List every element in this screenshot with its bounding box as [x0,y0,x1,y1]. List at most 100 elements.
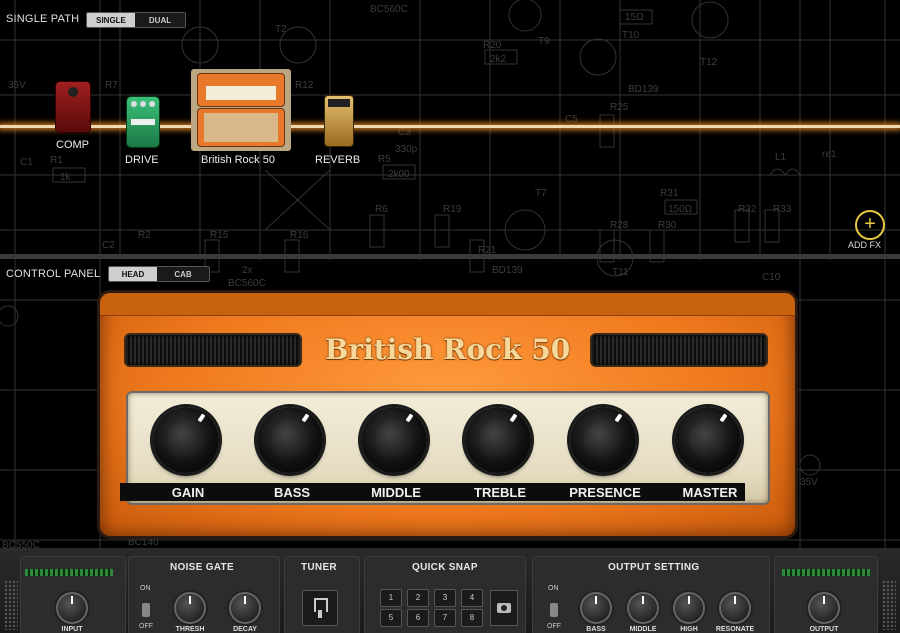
noise-gate-title: NOISE GATE [170,562,234,573]
output-setting-on-label: ON [548,585,559,592]
schematic-label: L1 [775,152,787,163]
schematic-label: 15Ω [625,12,644,23]
master-knob[interactable] [673,405,743,475]
gain-label: GAIN [171,485,205,500]
quick-snap-slot-5[interactable]: 5 [380,609,402,627]
quick-snap-slot-1[interactable]: 1 [380,589,402,607]
schematic-label: 35V [800,477,818,488]
decay-label: DECAY [233,626,257,633]
input-label: INPUT [61,626,83,633]
output-resonate-knob[interactable] [721,594,749,622]
tab-head[interactable]: HEAD [109,267,157,281]
schematic-label: R20 [483,40,502,51]
control-panel-title: CONTROL PANEL [6,268,101,280]
noise-gate-off-label: OFF [139,623,153,630]
schematic-label: R7 [105,80,118,91]
path-mode-dual-button[interactable]: DUAL [135,13,185,27]
schematic-label: R16 [290,230,309,241]
output-bass-knob[interactable] [582,594,610,622]
path-mode-single-button[interactable]: SINGLE [87,13,135,27]
schematic-label: T12 [700,57,718,68]
camera-icon[interactable] [490,590,518,626]
schematic-label: 2k00 [388,169,410,180]
output-high-knob[interactable] [675,594,703,622]
quick-snap-slot-6[interactable]: 6 [407,609,429,627]
schematic-label: C3 [398,127,411,138]
add-fx-plus-icon[interactable]: + [855,210,885,240]
schematic-label: R30 [658,220,677,231]
output-bass-label: BASS [586,626,606,633]
schematic-label: T10 [622,30,640,41]
schematic-label: T2 [275,24,287,35]
treble-knob[interactable] [463,405,533,475]
output-knob[interactable] [810,594,838,622]
presence-knob[interactable] [568,405,638,475]
quick-snap-slot-8[interactable]: 8 [461,609,483,627]
schematic-label: T9 [538,36,550,47]
output-setting-off-label: OFF [547,623,561,630]
schematic-label: R5 [378,154,391,165]
output-resonate-label: RESONATE [715,626,755,633]
chain-item-comp[interactable] [56,82,90,132]
schematic-label: C2 [102,240,115,251]
schematic-label: 1k [60,172,72,183]
chain-label-drive: DRIVE [125,154,159,166]
quick-snap-slot-7[interactable]: 7 [434,609,456,627]
output-level-meter [782,569,870,576]
schematic-label: R25 [610,102,629,113]
chain-item-amp[interactable] [191,69,291,151]
output-setting-toggle[interactable] [550,603,558,617]
schematic-label: 35V [8,80,26,91]
quick-snap-slot-3[interactable]: 3 [434,589,456,607]
chain-item-reverb[interactable] [325,96,353,146]
chain-label-amp: British Rock 50 [201,154,275,166]
path-mode-switch: SINGLE DUAL [86,12,186,28]
signal-path-title: SINGLE PATH [6,13,80,25]
control-panel-tabs: HEAD CAB [108,266,210,282]
schematic-label: T11 [612,267,629,278]
chain-label-comp: COMP [56,139,89,151]
output-high-label: HIGH [680,626,698,633]
noise-gate-toggle[interactable] [142,603,150,617]
treble-label: TREBLE [474,485,526,500]
chain-label-reverb: REVERB [315,154,361,166]
chain-item-drive[interactable] [127,97,159,147]
tab-cab[interactable]: CAB [157,267,209,281]
section-divider [0,254,900,259]
amp-top-edge [100,293,795,316]
schematic-label: T7 [535,188,547,199]
middle-knob[interactable] [359,405,429,475]
input-knob[interactable] [58,594,86,622]
schematic-label: R6 [375,204,388,215]
schematic-label: 150Ω [668,204,693,215]
gain-knob[interactable] [151,405,221,475]
schematic-label: 2x [242,265,253,276]
amp-logo: British Rock 50 [324,333,571,366]
amp-head: British Rock 50 GAIN BASS MIDDLE TREBLE … [100,293,795,536]
input-level-meter [25,569,113,576]
schematic-label: R32 [738,204,757,215]
master-label: MASTER [682,485,738,500]
middle-label: MIDDLE [371,485,421,500]
decay-knob[interactable] [231,594,259,622]
bottom-control-bar: INPUT NOISE GATE ON OFF THRESH DECAY TUN… [0,548,900,633]
bass-label: BASS [273,485,311,500]
schematic-label: R33 [773,204,792,215]
schematic-label: R31 [660,188,679,199]
quick-snap-title: QUICK SNAP [412,562,478,573]
schematic-label: BD139 [492,265,523,276]
thresh-knob[interactable] [176,594,204,622]
output-middle-knob[interactable] [629,594,657,622]
amp-vent-left [126,335,300,365]
bass-knob[interactable] [255,405,325,475]
schematic-label: R12 [295,80,314,91]
amp-vent-right [592,335,766,365]
tuner-fork-icon[interactable] [302,590,338,626]
schematic-label: R28 [610,220,629,231]
add-fx-label[interactable]: ADD FX [848,240,881,250]
quick-snap-slot-4[interactable]: 4 [461,589,483,607]
schematic-label: BC560C [228,278,266,289]
schematic-label: R1 [50,155,63,166]
schematic-label: R2 [138,230,151,241]
quick-snap-slot-2[interactable]: 2 [407,589,429,607]
